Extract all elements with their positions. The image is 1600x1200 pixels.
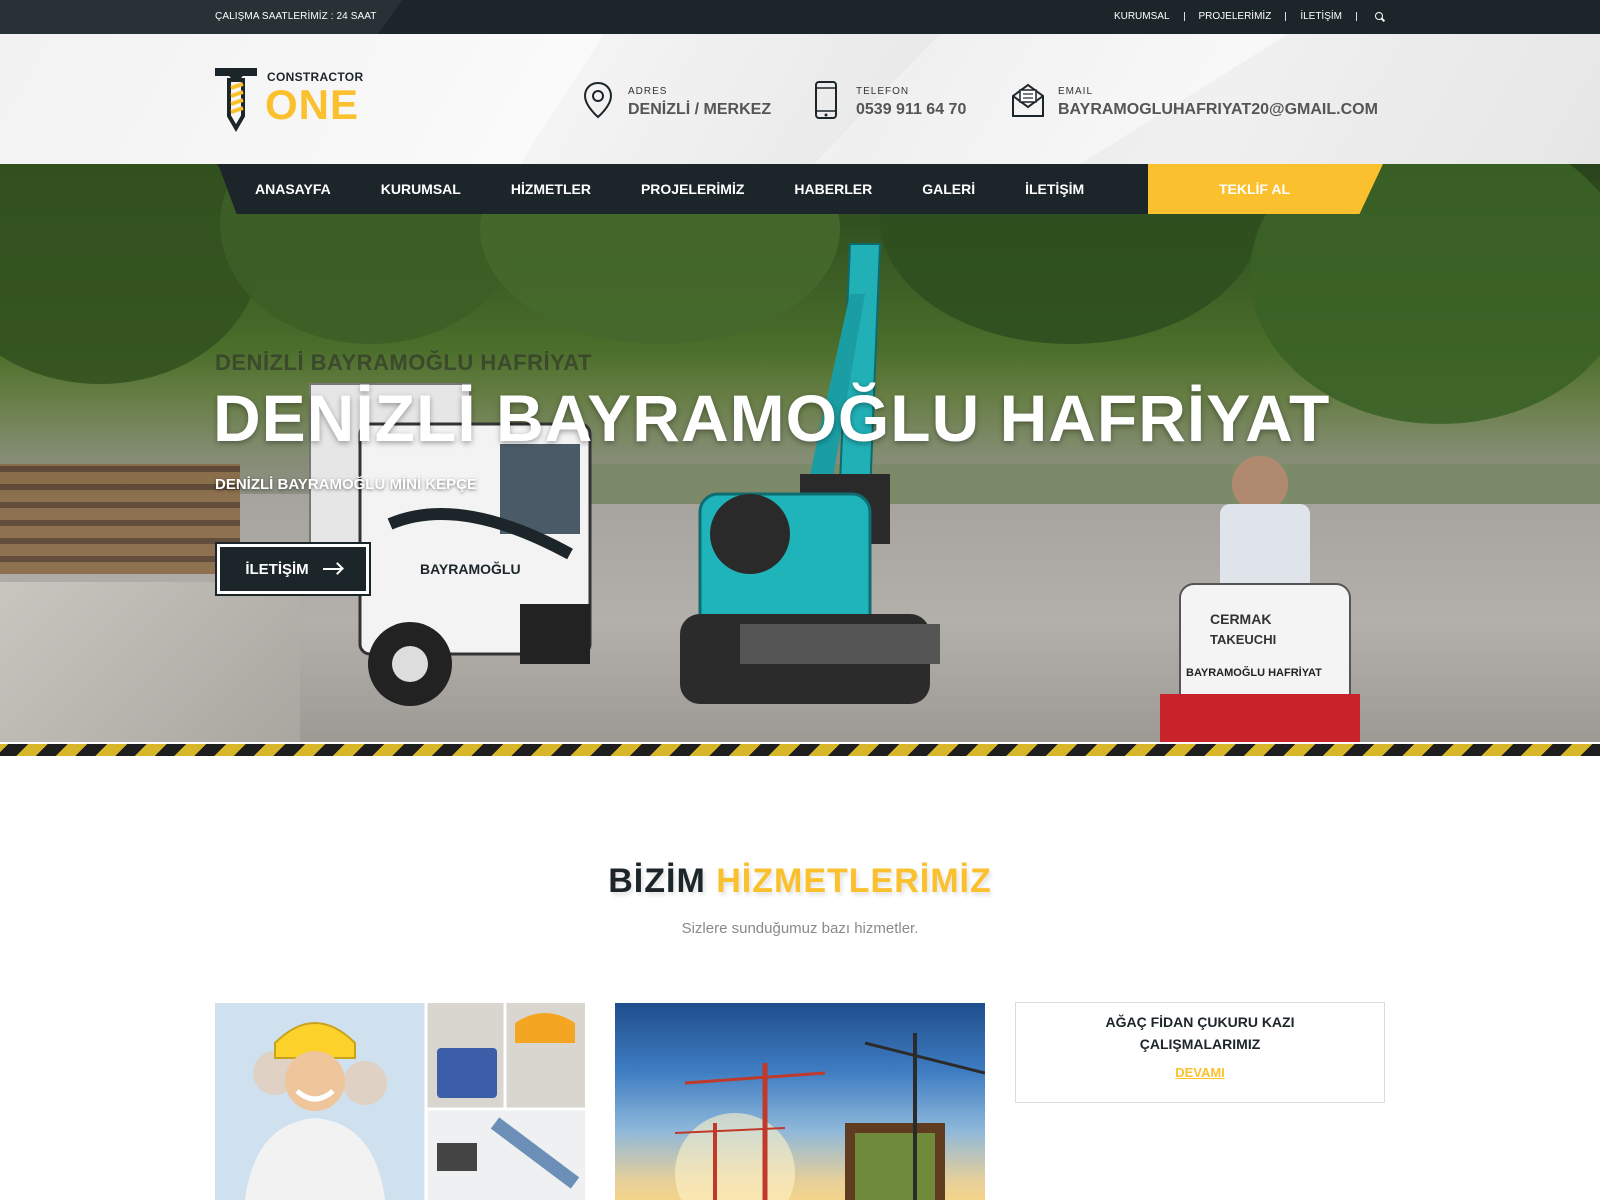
services-title: BİZİM HİZMETLERİMİZ bbox=[0, 862, 1600, 901]
read-more-link[interactable]: DEVAMI bbox=[1175, 1065, 1225, 1080]
mini-owner-text: BAYRAMOĞLU HAFRİYAT bbox=[1186, 666, 1322, 679]
service-card-tree-pits[interactable]: AĞAÇ FİDAN ÇUKURU KAZI ÇALIŞMALARIMIZ DE… bbox=[1015, 1002, 1385, 1103]
contact-address: ADRES DENİZLİ / MERKEZ bbox=[580, 80, 771, 120]
hazard-stripe bbox=[0, 744, 1600, 756]
contact-email-value[interactable]: BAYRAMOGLUHAFRIYAT20@GMAIL.COM bbox=[1058, 101, 1378, 119]
service-card-image-cranes[interactable] bbox=[615, 1003, 985, 1200]
hero-contact-button[interactable]: İLETİŞİM bbox=[215, 542, 371, 596]
hero-title: DENİZLİ BAYRAMOĞLU HAFRİYAT bbox=[213, 381, 1331, 455]
get-quote-button[interactable]: TEKLİF AL bbox=[1148, 164, 1383, 214]
contact-email: EMAIL BAYRAMOGLUHAFRIYAT20@GMAIL.COM bbox=[1010, 80, 1378, 120]
divider bbox=[1285, 12, 1287, 21]
hero-image-excavator bbox=[680, 243, 940, 704]
top-link-kurumsal[interactable]: KURUMSAL bbox=[1114, 11, 1170, 22]
truck-owner-text: BAYRAMOĞLU bbox=[420, 560, 521, 577]
hero-slider: BAYRAMOĞLU CERMAK TAKEUCHI BAYRAMOĞLU HA… bbox=[0, 164, 1600, 742]
nav-item-projelerimiz[interactable]: PROJELERİMİZ bbox=[641, 181, 744, 197]
get-quote-label: TEKLİF AL bbox=[1218, 181, 1291, 197]
contact-address-label: ADRES bbox=[628, 86, 668, 97]
hero-image-concrete bbox=[0, 582, 300, 742]
site-header: CONSTRACTOR ONE ADRES DENİZLİ / MERKEZ T… bbox=[0, 34, 1600, 164]
contact-phone: TELEFON 0539 911 64 70 bbox=[808, 80, 966, 120]
services-subtitle: Sizlere sunduğumuz bazı hizmetler. bbox=[681, 920, 919, 937]
cranes-image bbox=[674, 1033, 985, 1200]
nav-item-haberler[interactable]: HABERLER bbox=[794, 181, 872, 197]
arrow-right-icon bbox=[322, 568, 341, 570]
hero-caption-ghost: DENİZLİ BAYRAMOĞLU HAFRİYAT bbox=[215, 350, 592, 375]
hero-subtitle: DENİZLİ BAYRAMOĞLU MİNİ KEPÇE bbox=[215, 476, 477, 493]
main-nav: ANASAYFA KURUMSAL HİZMETLER PROJELERİMİZ… bbox=[218, 164, 1148, 214]
nav-item-iletisim[interactable]: İLETİŞİM bbox=[1025, 181, 1084, 197]
divider bbox=[1356, 12, 1357, 21]
contact-phone-value[interactable]: 0539 911 64 70 bbox=[856, 101, 966, 119]
logo-screw-icon bbox=[215, 68, 257, 132]
hero-contact-button-label: İLETİŞİM bbox=[245, 560, 309, 578]
service-card-title: AĞAÇ FİDAN ÇUKURU KAZI ÇALIŞMALARIMIZ bbox=[1105, 1014, 1295, 1052]
nav-item-anasayfa[interactable]: ANASAYFA bbox=[255, 181, 331, 197]
contact-email-label: EMAIL bbox=[1058, 86, 1094, 97]
nav-item-galeri[interactable]: GALERİ bbox=[922, 181, 975, 197]
envelope-icon bbox=[1012, 83, 1044, 117]
hero-image-pallets bbox=[0, 464, 240, 574]
phone-icon bbox=[815, 81, 837, 119]
search-icon[interactable] bbox=[1375, 11, 1385, 22]
top-link-projelerimiz[interactable]: PROJELERİMİZ bbox=[1199, 11, 1272, 22]
contact-phone-label: TELEFON bbox=[856, 86, 910, 97]
service-card-image-workers[interactable] bbox=[215, 1003, 585, 1200]
location-pin-icon bbox=[583, 81, 613, 119]
logo-big-text: ONE bbox=[265, 81, 360, 128]
services-title-accent: HİZMETLERİMİZ bbox=[716, 862, 992, 900]
nav-item-kurumsal[interactable]: KURUMSAL bbox=[381, 181, 461, 197]
top-links: KURUMSAL PROJELERİMİZ İLETİŞİM bbox=[1114, 11, 1385, 22]
divider bbox=[1183, 12, 1185, 21]
top-bar: ÇALIŞMA SAATLERİMİZ : 24 SAAT KURUMSAL P… bbox=[0, 0, 1600, 34]
services-title-dark: BİZİM bbox=[608, 862, 706, 900]
working-hours: ÇALIŞMA SAATLERİMİZ : 24 SAAT bbox=[215, 11, 377, 22]
site-logo[interactable]: CONSTRACTOR ONE bbox=[213, 66, 363, 136]
workers-collage-image bbox=[215, 1003, 585, 1200]
mini-brand-text: CERMAK bbox=[1210, 611, 1271, 627]
mini-model-text: TAKEUCHI bbox=[1210, 632, 1276, 647]
contact-address-value: DENİZLİ / MERKEZ bbox=[628, 101, 772, 118]
nav-item-hizmetler[interactable]: HİZMETLER bbox=[511, 181, 591, 197]
top-link-iletisim[interactable]: İLETİŞİM bbox=[1300, 11, 1342, 22]
hero-image-mini-excavator: CERMAK TAKEUCHI BAYRAMOĞLU HAFRİYAT bbox=[1160, 456, 1360, 742]
